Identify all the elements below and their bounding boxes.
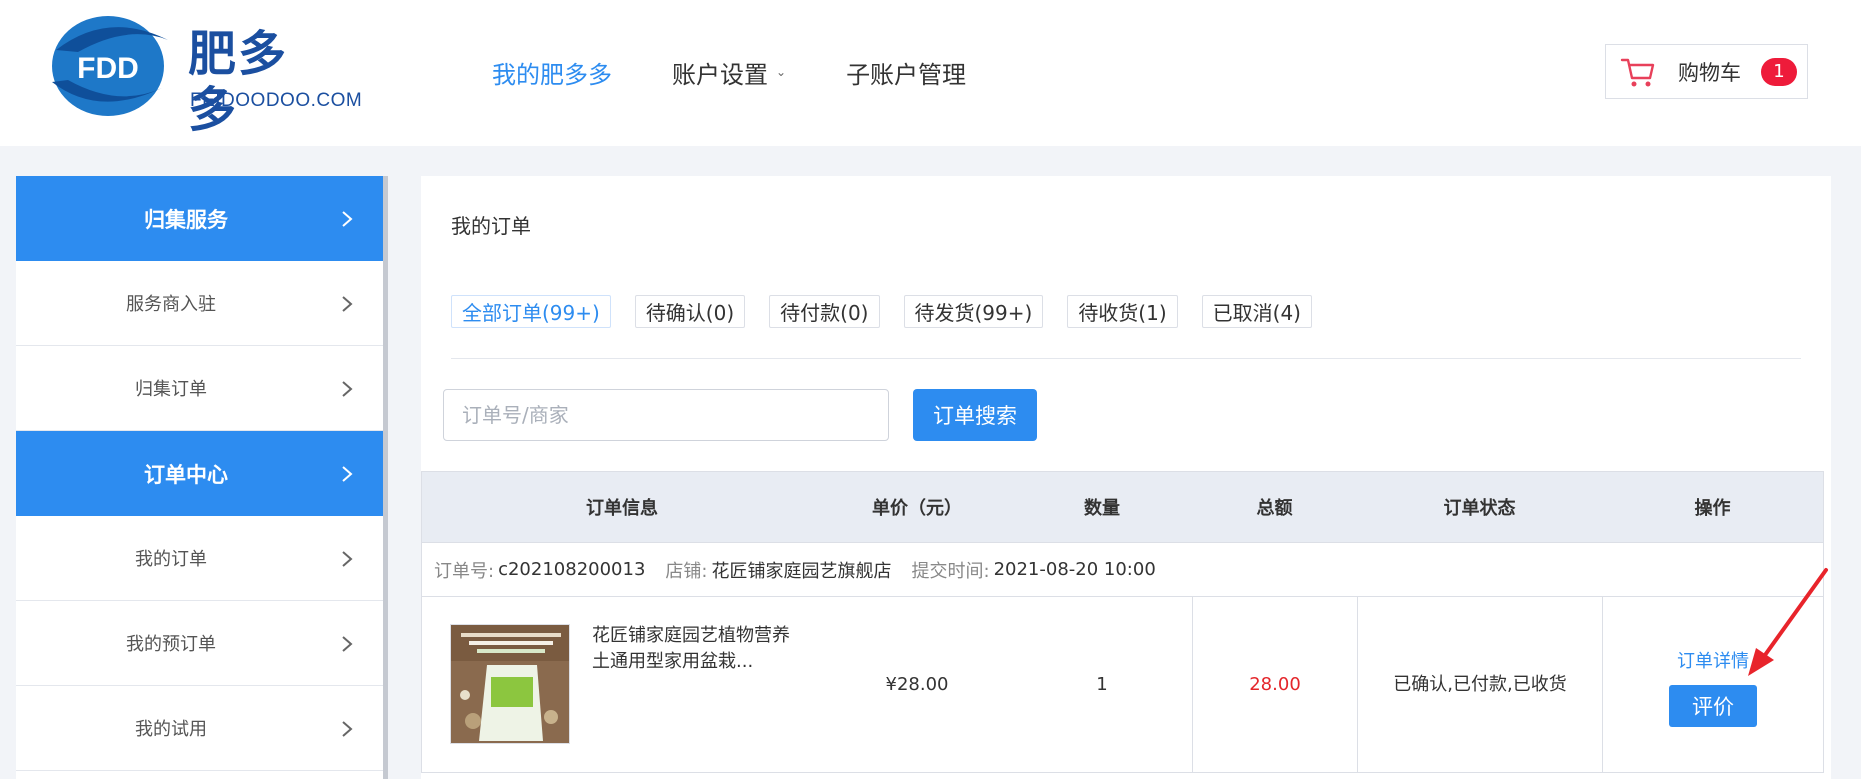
chevron-right-icon	[342, 721, 353, 737]
chevron-right-icon	[342, 211, 353, 227]
order-status: 已确认,已付款,已收货	[1393, 673, 1567, 695]
order-filter-tabs: 全部订单(99+) 待确认(0) 待付款(0) 待发货(99+) 待收货(1) …	[451, 295, 1336, 328]
orders-table: 订单信息 单价（元） 数量 总额 订单状态 操作 订单号: c202108200…	[421, 471, 1824, 773]
filter-pending-receipt[interactable]: 待收货(1)	[1067, 295, 1178, 328]
order-total: 28.00	[1249, 674, 1301, 695]
main-nav: 我的肥多多 账户设置 ⌄ 子账户管理	[492, 50, 1026, 94]
quantity: 1	[1096, 674, 1108, 695]
logo-chinese-name: 肥多多	[188, 26, 289, 138]
sidebar-item-collection-orders[interactable]: 归集订单	[16, 346, 383, 431]
nav-my-feiduoduo[interactable]: 我的肥多多	[492, 55, 612, 90]
divider	[451, 358, 1801, 359]
product-name[interactable]: 花匠铺家庭园艺植物营养土通用型家用盆栽...	[592, 623, 792, 675]
filter-all-orders[interactable]: 全部订单(99+)	[451, 295, 611, 328]
unit-price-cell: ¥28.00	[822, 597, 1012, 772]
product-image-icon	[451, 625, 569, 743]
quantity-cell: 1	[1012, 597, 1192, 772]
sidebar-item-my-preorders[interactable]: 我的预订单	[16, 601, 383, 686]
order-search-input[interactable]	[443, 389, 889, 441]
sidebar-item-label: 我的预订单	[126, 634, 216, 655]
filter-pending-shipment[interactable]: 待发货(99+)	[903, 295, 1044, 328]
logo-mark-icon: FDD	[52, 16, 168, 116]
chevron-right-icon	[342, 551, 353, 567]
order-number: c202108200013	[498, 559, 646, 580]
svg-text:FDD: FDD	[77, 52, 139, 85]
unit-price: ¥28.00	[885, 674, 949, 695]
sidebar-item-my-orders[interactable]: 我的订单	[16, 516, 383, 601]
column-header-total: 总额	[1256, 498, 1293, 519]
chevron-right-icon	[342, 636, 353, 652]
cart-label: 购物车	[1678, 60, 1741, 85]
order-search-button[interactable]: 订单搜索	[913, 389, 1037, 441]
cart-count-badge: 1	[1761, 57, 1797, 86]
cart-button[interactable]: 购物车 1	[1605, 44, 1808, 99]
column-header-unit-price: 单价（元）	[872, 498, 962, 519]
table-header-row: 订单信息 单价（元） 数量 总额 订单状态 操作	[422, 471, 1823, 543]
product-info-cell: 花匠铺家庭园艺植物营养土通用型家用盆栽...	[422, 597, 822, 772]
column-header-actions: 操作	[1694, 498, 1731, 519]
order-meta-row: 订单号: c202108200013 店铺: 花匠铺家庭园艺旗舰店 提交时间: …	[422, 543, 1823, 597]
logo-english-name: FEIDOODOO.COM	[190, 90, 363, 111]
chevron-right-icon	[342, 381, 353, 397]
column-header-quantity: 数量	[1084, 498, 1120, 519]
store-label: 店铺:	[665, 560, 708, 582]
sidebar-item-label: 我的试用	[135, 719, 207, 740]
submit-time: 2021-08-20 10:00	[993, 559, 1156, 580]
shopping-cart-icon	[1620, 58, 1655, 86]
site-logo[interactable]: FDD 肥多多 FEIDOODOO.COM	[38, 10, 362, 138]
annotation-arrow-icon	[1748, 568, 1828, 676]
nav-sub-account-management[interactable]: 子账户管理	[846, 55, 966, 90]
page-title: 我的订单	[451, 214, 531, 238]
nav-label: 子账户管理	[846, 60, 967, 89]
chevron-right-icon	[342, 296, 353, 312]
column-header-order-info: 订单信息	[586, 498, 658, 519]
order-detail-link[interactable]: 订单详情	[1677, 647, 1749, 673]
sidebar-section-collection-service[interactable]: 归集服务	[16, 176, 383, 261]
sidebar-section-order-center[interactable]: 订单中心	[16, 431, 383, 516]
sidebar-item-label: 服务商入驻	[126, 294, 216, 315]
orders-panel: 我的订单 全部订单(99+) 待确认(0) 待付款(0) 待发货(99+) 待收…	[421, 176, 1831, 779]
status-cell: 已确认,已付款,已收货	[1357, 597, 1602, 772]
top-header: FDD 肥多多 FEIDOODOO.COM 我的肥多多 账户设置 ⌄ 子账户管理…	[0, 0, 1861, 146]
chevron-down-icon: ⌄	[776, 65, 787, 79]
sidebar-item-my-trials[interactable]: 我的试用	[16, 686, 383, 771]
filter-pending-confirmation[interactable]: 待确认(0)	[634, 295, 746, 328]
chevron-right-icon	[342, 466, 353, 482]
sidebar-item-label: 订单中心	[144, 462, 228, 487]
sidebar-item-provider-onboarding[interactable]: 服务商入驻	[16, 261, 383, 346]
table-row: 花匠铺家庭园艺植物营养土通用型家用盆栽... ¥28.00 1 28.00 已确…	[422, 597, 1823, 773]
total-cell: 28.00	[1192, 597, 1357, 772]
nav-label: 我的肥多多	[492, 60, 612, 89]
filter-pending-payment[interactable]: 待付款(0)	[769, 295, 880, 328]
column-header-order-status: 订单状态	[1443, 498, 1516, 519]
product-thumbnail[interactable]	[450, 624, 570, 744]
order-number-label: 订单号:	[434, 560, 495, 582]
store-name[interactable]: 花匠铺家庭园艺旗舰店	[711, 557, 891, 583]
nav-account-settings[interactable]: 账户设置 ⌄	[672, 55, 786, 90]
sidebar-menu: 归集服务 服务商入驻 归集订单 订单中心 我的订单 我的预订单 我的试用	[16, 176, 388, 779]
sidebar-item-label: 归集订单	[135, 379, 207, 400]
nav-label: 账户设置	[672, 60, 768, 89]
review-button[interactable]: 评价	[1669, 684, 1757, 727]
filter-cancelled[interactable]: 已取消(4)	[1201, 295, 1312, 328]
sidebar-item-label: 我的订单	[135, 549, 207, 570]
sidebar-item-label: 归集服务	[144, 207, 228, 232]
submit-time-label: 提交时间:	[911, 560, 990, 582]
